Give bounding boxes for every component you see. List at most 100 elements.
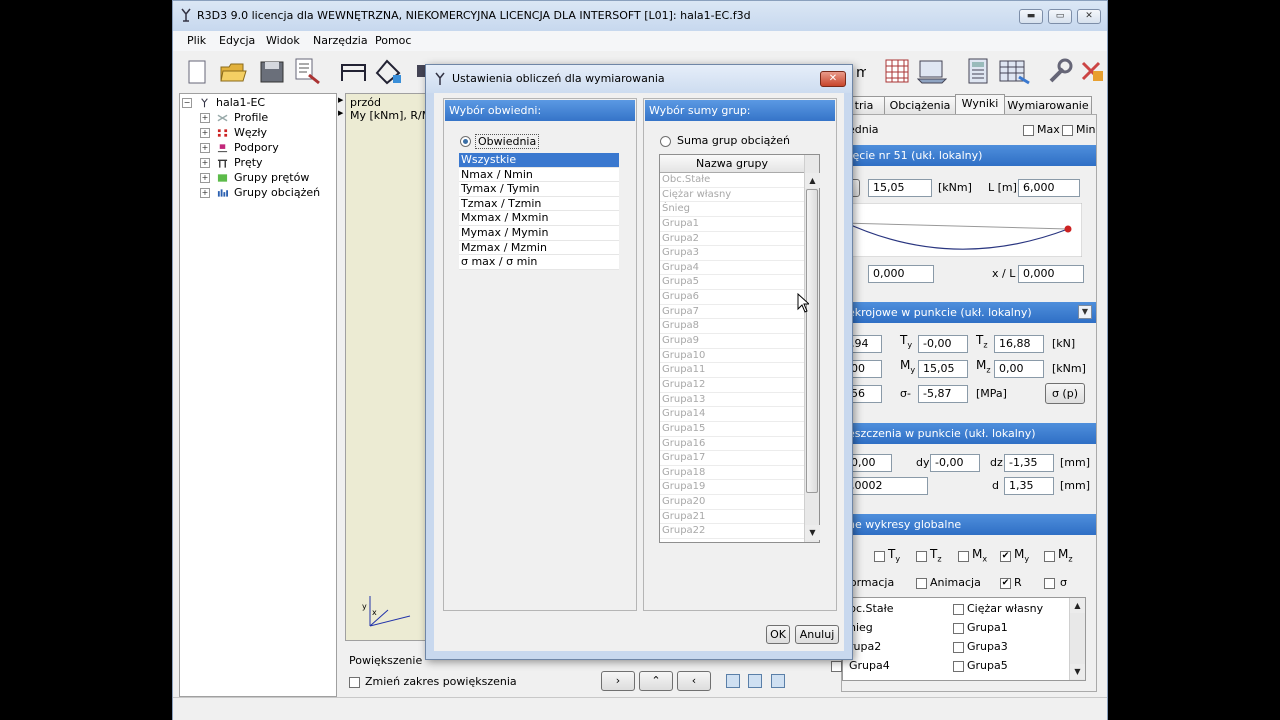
group-item[interactable]: Grupa3 <box>660 246 804 261</box>
group-item[interactable]: Grupa22 <box>660 524 804 540</box>
tree-item-grupy-obciazen[interactable]: + Grupy obciążeń <box>200 186 320 200</box>
envelope-item[interactable]: Tymax / Tymin <box>459 182 619 197</box>
chart-tz-checkbox[interactable] <box>916 551 927 562</box>
change-zoom-checkbox[interactable] <box>349 677 360 688</box>
tree-item-podpory[interactable]: + Podpory <box>200 141 279 155</box>
expand-icon[interactable]: + <box>200 173 210 183</box>
position-field[interactable]: 0,000 <box>868 265 934 283</box>
group-item[interactable]: Grupa20 <box>660 495 804 510</box>
dy-field[interactable]: -0,00 <box>930 454 980 472</box>
nav-right-button[interactable]: › <box>601 671 635 691</box>
group-sum-radio-label[interactable]: Suma grup obciążeń <box>677 134 790 147</box>
node-icon[interactable] <box>373 57 405 85</box>
group-item[interactable]: Grupa6 <box>660 290 804 305</box>
splitter[interactable]: ▶ ▶ <box>337 93 345 697</box>
xl-field[interactable]: 0,000 <box>1018 265 1084 283</box>
open-folder-icon[interactable] <box>219 59 247 85</box>
animation-checkbox[interactable] <box>916 578 927 589</box>
group-item[interactable]: Obc.Stałe <box>660 173 804 188</box>
min-checkbox[interactable] <box>1062 125 1073 136</box>
group-item[interactable]: Grupa21 <box>660 510 804 525</box>
calculator-icon[interactable] <box>965 57 991 85</box>
save-icon[interactable] <box>259 59 285 85</box>
load-groups-list[interactable]: bc.Stałe Ciężar własny nieg Grupa1 rupa2… <box>831 597 1086 681</box>
load-group-checkbox[interactable] <box>831 661 842 672</box>
group-item[interactable]: Grupa12 <box>660 378 804 393</box>
expand-icon[interactable]: + <box>200 158 210 168</box>
rotation-field[interactable]: ,0002 <box>846 477 928 495</box>
menu-pomoc[interactable]: Pomoc <box>375 34 411 47</box>
group-item[interactable]: Grupa19 <box>660 480 804 496</box>
wrench-icon[interactable] <box>1045 57 1073 85</box>
value-field[interactable]: 15,05 <box>868 179 932 197</box>
max-checkbox[interactable] <box>1023 125 1034 136</box>
dz-field[interactable]: -1,35 <box>1004 454 1054 472</box>
group-item[interactable]: Grupa4 <box>660 261 804 276</box>
stress-minus-field[interactable]: -5,87 <box>918 385 968 403</box>
force-tz-field[interactable]: 16,88 <box>994 335 1044 353</box>
expand-icon[interactable]: + <box>200 113 210 123</box>
tab-wymiarowanie[interactable]: Wymiarowanie <box>1004 96 1092 114</box>
menu-widok[interactable]: Widok <box>266 34 300 47</box>
moment-my-field[interactable]: 15,05 <box>918 360 968 378</box>
scroll-thumb[interactable] <box>806 189 818 493</box>
new-file-icon[interactable] <box>185 59 209 85</box>
group-list[interactable]: Nazwa grupy Obc.Stałe Ciężar własny Śnie… <box>659 154 820 543</box>
envelope-item[interactable]: Wszystkie <box>459 153 619 168</box>
scroll-down-icon[interactable]: ▼ <box>1070 664 1085 679</box>
group-list-scrollbar[interactable]: ▲ ▼ <box>804 155 820 542</box>
d-field[interactable]: 1,35 <box>1004 477 1054 495</box>
group-item[interactable]: Ciężar własny <box>660 188 804 203</box>
group-item[interactable]: Śnieg <box>660 202 804 217</box>
load-group-checkbox[interactable] <box>953 661 964 672</box>
group-item[interactable]: Grupa11 <box>660 363 804 378</box>
expand-icon[interactable]: + <box>200 188 210 198</box>
group-sum-radio[interactable] <box>660 136 671 147</box>
view-mode-icon[interactable] <box>726 674 740 688</box>
envelope-radio-label[interactable]: Obwiednia <box>475 134 540 149</box>
chart-mz-checkbox[interactable] <box>1044 551 1055 562</box>
frame-icon[interactable] <box>339 59 369 85</box>
moment-mz-field[interactable]: 0,00 <box>994 360 1044 378</box>
model-view[interactable]: przód My [kNm], R/M y x <box>345 93 435 641</box>
tab-obciazenia[interactable]: Obciążenia <box>884 96 956 114</box>
group-item[interactable]: Grupa7 <box>660 305 804 320</box>
load-group-item[interactable]: Grupa3 <box>967 640 1008 653</box>
length-field[interactable]: 6,000 <box>1018 179 1080 197</box>
tree-item-wezly[interactable]: + Węzły <box>200 126 267 140</box>
ok-button[interactable]: OK <box>766 625 790 644</box>
envelope-radio[interactable] <box>460 136 471 147</box>
load-group-checkbox[interactable] <box>953 604 964 615</box>
tool-m-icon[interactable]: m <box>856 59 866 85</box>
scroll-up-icon[interactable]: ▲ <box>805 173 820 188</box>
group-item[interactable]: Grupa15 <box>660 422 804 437</box>
group-item[interactable]: Grupa17 <box>660 451 804 466</box>
envelope-item[interactable]: Mxmax / Mxmin <box>459 211 619 226</box>
view-mode-icon[interactable] <box>771 674 785 688</box>
load-group-item[interactable]: Grupa5 <box>967 659 1008 672</box>
group-item[interactable]: Grupa14 <box>660 407 804 422</box>
tree-item-grupy-pretow[interactable]: + Grupy prętów <box>200 171 309 185</box>
nav-left-button[interactable]: ‹ <box>677 671 711 691</box>
collapse-icon[interactable]: − <box>182 98 192 108</box>
chart-ty-checkbox[interactable] <box>874 551 885 562</box>
envelope-item[interactable]: Tzmax / Tzmin <box>459 197 619 212</box>
load-group-checkbox[interactable] <box>953 642 964 653</box>
reactions-checkbox[interactable]: ✔ <box>1000 578 1011 589</box>
close-button[interactable]: ✕ <box>1077 9 1101 24</box>
group-item[interactable]: Grupa18 <box>660 466 804 481</box>
chart-mx-checkbox[interactable] <box>958 551 969 562</box>
tree-root[interactable]: − hala1-EC <box>182 96 265 110</box>
envelope-item[interactable]: Mzmax / Mzmin <box>459 241 619 256</box>
cancel-button[interactable]: Anuluj <box>795 625 839 644</box>
moment-diagram[interactable] <box>842 203 1082 257</box>
arrow-right-icon[interactable]: ▶ <box>338 109 343 117</box>
menu-plik[interactable]: Plik <box>187 34 206 47</box>
load-group-item[interactable]: Grupa1 <box>967 621 1008 634</box>
menu-edycja[interactable]: Edycja <box>219 34 255 47</box>
load-group-checkbox[interactable] <box>953 623 964 634</box>
minimize-button[interactable]: ▬ <box>1019 9 1043 24</box>
group-item[interactable]: Grupa10 <box>660 349 804 364</box>
load-group-item[interactable]: rupa2 <box>849 640 881 653</box>
load-group-item[interactable]: Ciężar własny <box>967 602 1043 615</box>
